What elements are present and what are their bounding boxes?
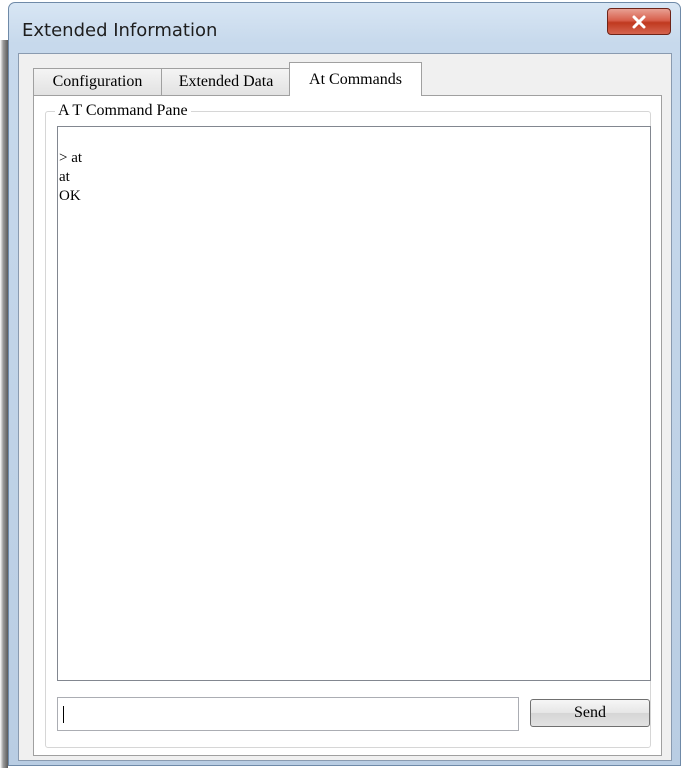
output-line: > at <box>59 150 83 166</box>
dialog-client-area: Configuration Extended Data At Commands … <box>18 53 672 761</box>
window-shadow <box>0 40 8 768</box>
tab-label: Extended Data <box>178 73 274 90</box>
group-legend: A T Command Pane <box>55 102 191 120</box>
window-title: Extended Information <box>22 20 218 41</box>
close-icon <box>632 15 646 28</box>
extended-information-window: Extended Information Configuration Exten… <box>8 2 681 766</box>
output-line: at <box>59 169 70 185</box>
close-button[interactable] <box>607 8 671 35</box>
tab-at-commands[interactable]: At Commands <box>289 62 422 96</box>
tab-extended-data[interactable]: Extended Data <box>161 68 291 95</box>
tab-configuration[interactable]: Configuration <box>33 68 162 95</box>
send-button[interactable]: Send <box>530 699 650 727</box>
output-line: OK <box>59 188 81 204</box>
tab-label: At Commands <box>309 70 402 88</box>
tab-label: Configuration <box>52 73 143 90</box>
text-caret <box>63 706 64 723</box>
at-command-pane-group: A T Command Pane > at at OK Send <box>45 102 651 748</box>
at-commands-panel: A T Command Pane > at at OK Send <box>33 95 662 756</box>
command-output-area[interactable]: > at at OK <box>57 126 651 681</box>
title-bar[interactable]: Extended Information <box>9 3 680 53</box>
send-button-label: Send <box>574 704 606 721</box>
command-input[interactable] <box>57 697 519 731</box>
